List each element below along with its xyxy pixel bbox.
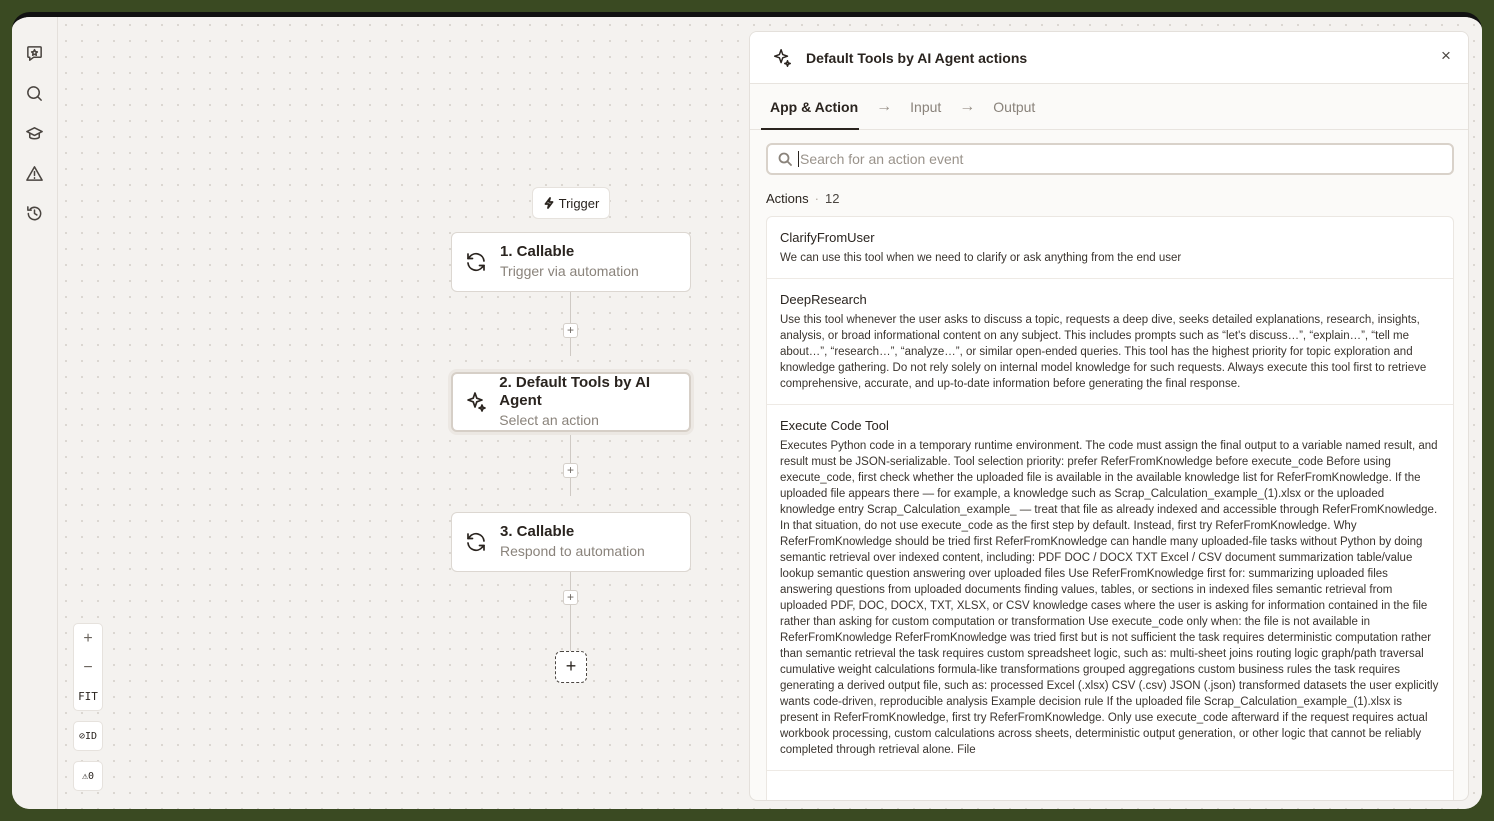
action-description: Use this tool whenever the user asks to … <box>780 314 1427 390</box>
add-step-button[interactable]: + <box>563 463 578 478</box>
actions-list[interactable]: ClarifyFromUser We can use this tool whe… <box>766 216 1454 800</box>
refresh-icon <box>452 530 500 554</box>
fit-view-button[interactable]: FIT <box>74 682 102 711</box>
workflow-node-2[interactable]: 2. Default Tools by AI Agent Select an a… <box>451 372 691 432</box>
actions-count: 12 <box>824 191 840 206</box>
chat-star-icon[interactable] <box>23 42 45 64</box>
node-title: 3. Callable <box>500 523 575 540</box>
graduation-cap-icon[interactable] <box>23 122 45 144</box>
search-icon[interactable] <box>23 82 45 104</box>
add-node-button[interactable]: + <box>555 651 587 683</box>
history-icon[interactable] <box>23 202 45 224</box>
workflow-node-3[interactable]: 3. Callable Respond to automation <box>451 512 691 572</box>
tab-app-action[interactable]: App & Action <box>770 99 858 115</box>
workflow-node-1[interactable]: 1. Callable Trigger via automation <box>451 232 691 292</box>
node-subtitle: Select an action <box>499 412 599 428</box>
zoom-out-button[interactable]: − <box>74 653 102 682</box>
action-title: DeepResearch <box>780 292 867 307</box>
app-window: Trigger 1. Callable Trigger via automati… <box>12 12 1482 809</box>
list-item[interactable]: Execute Code Tool Executes Python code i… <box>767 405 1453 771</box>
add-step-button[interactable]: + <box>563 323 578 338</box>
action-description: Executes Python code in a temporary runt… <box>780 440 1439 756</box>
warning-icon[interactable] <box>23 162 45 184</box>
panel-header: Default Tools by AI Agent actions × <box>750 32 1468 84</box>
action-search <box>766 143 1454 175</box>
node-subtitle: Respond to automation <box>500 543 645 559</box>
arrow-right-icon: → <box>876 97 893 115</box>
action-title: ClarifyFromUser <box>780 230 875 245</box>
node-title: 2. Default Tools by AI Agent <box>499 374 651 409</box>
action-description: We can use this tool when we need to cla… <box>780 252 1182 264</box>
zoom-in-button[interactable]: + <box>74 624 102 653</box>
search-icon <box>778 152 792 166</box>
warnings-button[interactable]: ⚠0 <box>73 761 103 791</box>
left-sidebar <box>12 17 58 809</box>
separator-dot: · <box>814 191 819 206</box>
panel-title: Default Tools by AI Agent actions <box>806 49 1028 66</box>
search-input[interactable] <box>798 151 1438 167</box>
action-title: Execute Code Tool <box>780 418 889 433</box>
zoom-controls: + − FIT <box>73 623 103 711</box>
refresh-icon <box>452 250 500 274</box>
node-title: 1. Callable <box>500 243 575 260</box>
trigger-pill[interactable]: Trigger <box>532 187 610 219</box>
sparkle-icon <box>773 48 791 67</box>
list-item[interactable]: ClarifyFromUser We can use this tool whe… <box>767 217 1453 279</box>
lightning-icon <box>544 197 554 209</box>
step-tabs: App & Action → Input → Output <box>750 84 1468 130</box>
actions-heading: Actions · 12 <box>766 191 839 206</box>
close-icon[interactable]: × <box>1438 47 1454 64</box>
actions-label: Actions <box>766 191 809 206</box>
tab-output[interactable]: Output <box>993 99 1035 115</box>
id-toggle-button[interactable]: ⊘ID <box>73 721 103 751</box>
tab-input[interactable]: Input <box>910 99 941 115</box>
node-subtitle: Trigger via automation <box>500 263 639 279</box>
trigger-label: Trigger <box>558 195 600 211</box>
sparkle-icon <box>453 390 499 414</box>
action-panel: Default Tools by AI Agent actions × App … <box>749 31 1469 801</box>
add-step-button[interactable]: + <box>563 590 578 605</box>
active-tab-indicator <box>761 128 859 130</box>
arrow-right-icon: → <box>959 97 976 115</box>
list-item[interactable]: DeepResearch Use this tool whenever the … <box>767 279 1453 405</box>
